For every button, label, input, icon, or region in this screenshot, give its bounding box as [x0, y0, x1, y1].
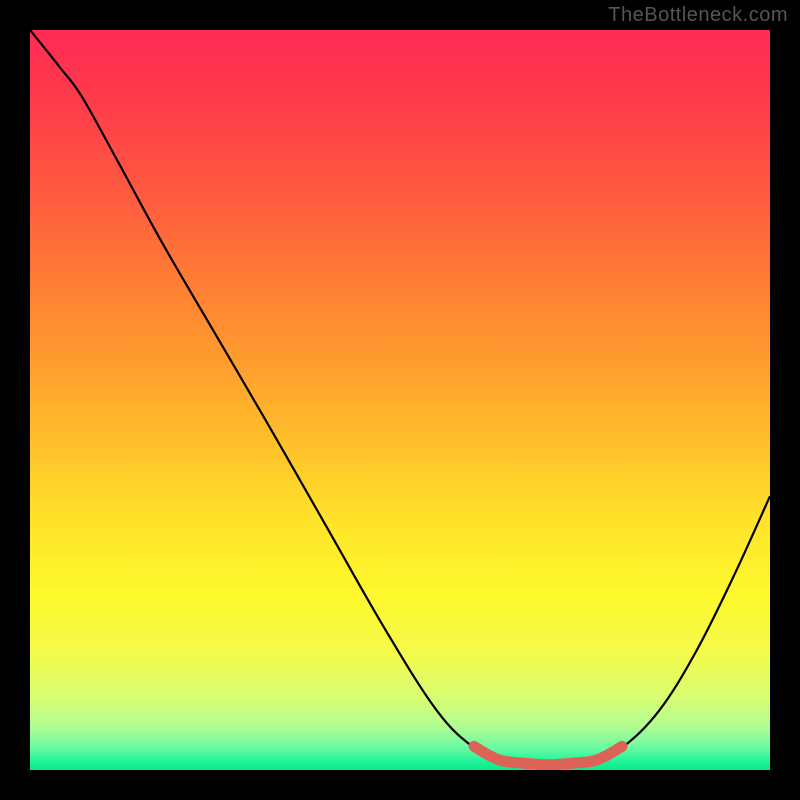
chart-container: TheBottleneck.com	[0, 0, 800, 800]
curve-layer	[30, 30, 770, 770]
curve-highlight	[474, 746, 622, 765]
bottleneck-curve	[30, 30, 770, 766]
attribution-text: TheBottleneck.com	[608, 4, 788, 27]
plot-area	[30, 30, 770, 770]
